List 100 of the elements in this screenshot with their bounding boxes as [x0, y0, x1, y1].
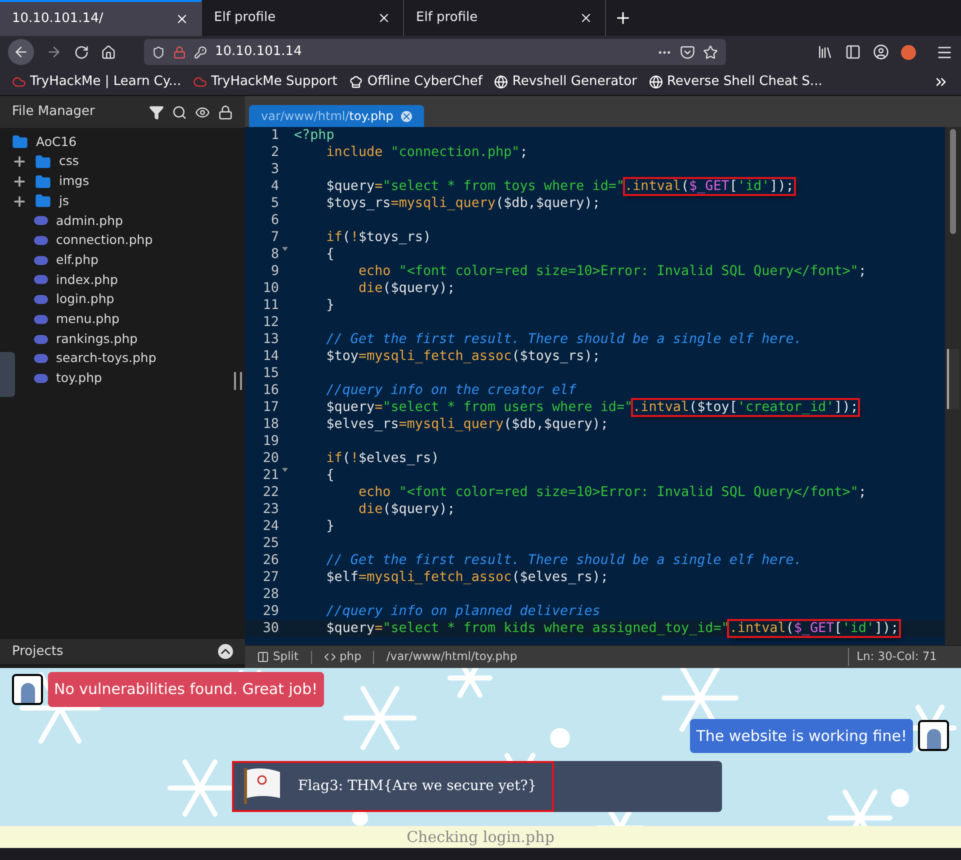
tree-item[interactable]: menu.php — [12, 310, 233, 330]
php-file-icon — [34, 314, 48, 324]
line-number: 24 — [262, 518, 279, 535]
tree-item[interactable]: imgs — [12, 172, 233, 192]
line-number: 11 — [262, 297, 279, 314]
code-line: die($query); — [357, 501, 456, 518]
eye-icon[interactable] — [195, 104, 210, 120]
tree-item[interactable]: elf.php — [12, 250, 233, 270]
code-line: die($query); — [357, 280, 456, 297]
line-number: 3 — [270, 161, 279, 178]
line-number: 20 — [262, 450, 279, 467]
avatar-icon — [918, 720, 949, 752]
library-icon[interactable] — [817, 44, 833, 60]
bookmark-star-icon[interactable] — [703, 44, 718, 60]
scrollbar-thumb[interactable] — [950, 129, 956, 234]
tree-item[interactable]: rankings.php — [12, 329, 233, 349]
line-number: 8 — [270, 246, 279, 263]
line-number: 28 — [262, 586, 279, 603]
close-icon[interactable] — [377, 11, 391, 25]
chef-hat-icon — [349, 74, 364, 88]
new-tab-icon[interactable] — [614, 9, 632, 27]
code-line: { — [325, 467, 334, 484]
code-line: echo "<font color=red size=10>Error: Invalid SQL Query</font>"; — [357, 263, 866, 280]
fold-icon[interactable] — [282, 467, 288, 473]
code-icon — [324, 651, 336, 663]
pocket-icon[interactable] — [680, 44, 695, 60]
line-number: 2 — [270, 144, 279, 161]
line-number: 19 — [262, 433, 279, 450]
code-line: if(!$toys_rs) — [325, 229, 432, 246]
chat-message: The website is working fine! — [690, 718, 913, 753]
lock-icon[interactable] — [218, 104, 233, 120]
plus-icon[interactable] — [12, 174, 27, 190]
plus-icon[interactable] — [12, 194, 27, 209]
fold-icon[interactable] — [282, 246, 288, 252]
tree-item[interactable]: index.php — [12, 270, 233, 290]
key-icon — [194, 46, 207, 58]
line-number: 22 — [262, 484, 279, 501]
tree-item[interactable]: toy.php — [12, 368, 233, 388]
language-button[interactable]: php — [324, 648, 362, 666]
plus-icon[interactable] — [12, 154, 27, 170]
panel-handle[interactable] — [0, 352, 15, 397]
reload-icon[interactable] — [74, 44, 89, 60]
php-file-icon — [34, 216, 48, 226]
chat-message: No vulnerabilities found. Great job! — [48, 672, 324, 706]
flag-notice: Flag3: THM{Are we secure yet?} — [232, 761, 554, 812]
url-text: 10.10.101.14 — [215, 43, 302, 62]
line-number: 25 — [262, 535, 279, 552]
line-number: 12 — [262, 314, 279, 331]
line-number: 30 — [262, 620, 279, 637]
line-number: 21 — [262, 467, 279, 484]
code-line: } — [325, 518, 334, 535]
sidebar-icon[interactable] — [845, 44, 861, 60]
line-number: 13 — [262, 331, 279, 348]
close-icon[interactable] — [579, 11, 593, 25]
home-icon[interactable] — [101, 44, 116, 60]
line-number: 27 — [262, 569, 279, 586]
bookmark-item[interactable]: TryHackMe | Learn Cy... — [12, 72, 182, 92]
tree-item[interactable]: login.php — [12, 290, 233, 310]
tree-item[interactable]: AoC16 — [12, 132, 233, 152]
status-text: Checking login.php — [406, 826, 554, 848]
php-file-icon — [34, 275, 48, 284]
resize-handle[interactable] — [947, 349, 959, 409]
code-line: // Get the first result. There should be a single elf here. — [325, 331, 802, 348]
tree-item[interactable]: search-toys.php — [12, 348, 233, 369]
tree-item[interactable]: js — [12, 191, 233, 212]
line-number: 15 — [262, 365, 279, 382]
bookmark-item[interactable]: TryHackMe Support — [193, 72, 338, 92]
code-line: <?php — [294, 127, 334, 144]
line-number: 5 — [270, 195, 279, 212]
folder-icon — [12, 134, 28, 150]
line-number: 9 — [270, 263, 279, 280]
code-line: $query="select * from toys where id=".intval($_GET['id']); — [325, 178, 794, 195]
browser-tab[interactable]: 10.10.101.14/ — [0, 0, 202, 36]
bookmark-item[interactable]: Offline CyberChef — [349, 72, 482, 92]
tree-item[interactable]: admin.php — [12, 211, 233, 231]
collapse-icon[interactable] — [218, 644, 233, 659]
extension-icon[interactable] — [901, 44, 916, 60]
code-line: echo "<font color=red size=10>Error: Invalid SQL Query</font>"; — [357, 484, 866, 501]
code-line: include "connection.php"; — [325, 144, 528, 161]
tree-item[interactable]: connection.php — [12, 230, 233, 250]
file-path: /var/www/html/toy.php — [386, 648, 518, 666]
tree-item[interactable]: css — [12, 152, 233, 172]
editor-tab[interactable]: var/www/html/toy.php — [249, 105, 424, 127]
split-button[interactable]: Split — [257, 648, 298, 666]
bookmark-item[interactable]: Revshell Generator — [494, 72, 637, 92]
filter-icon[interactable] — [149, 104, 164, 120]
code-line: { — [325, 246, 334, 263]
code-line: $elves_rs=mysqli_query($db,$query); — [325, 416, 608, 433]
code-line: //query info on planned deliveries — [325, 603, 600, 620]
address-bar[interactable]: 10.10.101.14 — [144, 39, 726, 65]
back-button[interactable] — [8, 39, 34, 65]
close-icon[interactable] — [175, 12, 189, 26]
resize-handle[interactable] — [234, 372, 242, 390]
code-line: $query="select * from users where id=".intval($toy['creator_id']); — [325, 399, 858, 416]
code-line: $toys_rs=mysqli_query($db,$query); — [325, 195, 600, 212]
bookmark-item[interactable]: Reverse Shell Cheat S... — [648, 72, 822, 92]
account-icon[interactable] — [873, 44, 889, 60]
code-line: $toy=mysqli_fetch_assoc($toys_rs); — [325, 348, 600, 365]
search-icon[interactable] — [172, 104, 187, 120]
forward-icon[interactable] — [46, 44, 62, 60]
